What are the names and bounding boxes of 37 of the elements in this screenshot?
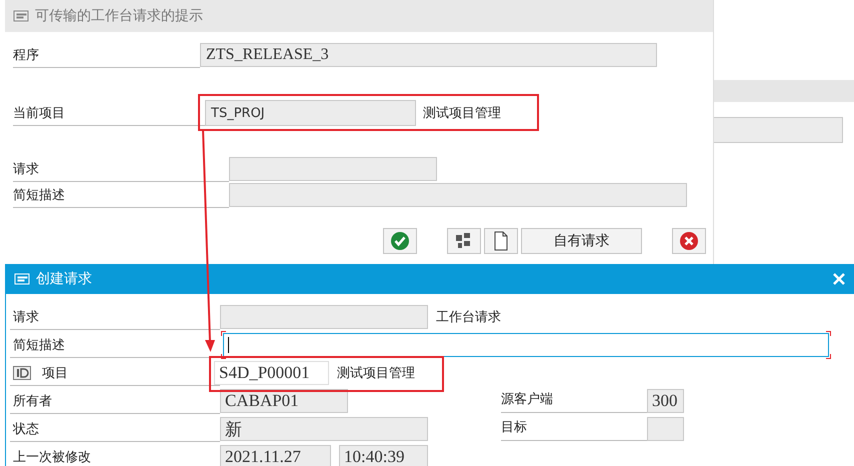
input-field[interactable] — [647, 417, 684, 441]
input-field[interactable]: CABAP01 — [220, 389, 348, 413]
input-field[interactable] — [223, 333, 829, 357]
cancel-button[interactable] — [672, 228, 706, 254]
input-field[interactable]: 10:40:39 — [339, 445, 428, 466]
confirm-button[interactable] — [383, 228, 417, 254]
window-icon — [13, 10, 29, 22]
field-label: 项目 — [41, 364, 68, 382]
cancel-icon — [679, 231, 699, 251]
input-field[interactable] — [229, 157, 437, 181]
input-field[interactable]: 2021.11.27 — [220, 445, 331, 466]
field-label: 请求 — [13, 156, 229, 182]
window-title: 创建请求 — [36, 270, 92, 288]
input-field[interactable]: TS_PROJ — [205, 100, 416, 126]
input-field[interactable]: S4D_P00001 — [214, 361, 329, 385]
input-field[interactable]: ZTS_RELEASE_3 — [200, 43, 657, 67]
new-document-button[interactable] — [484, 228, 518, 254]
field-label: 简短描述 — [12, 336, 65, 354]
field-label: 状态 — [12, 420, 39, 438]
field-description: 工作台请求 — [436, 309, 501, 326]
field-label: 简短描述 — [13, 182, 229, 208]
field-label: 上一次被修改 — [12, 448, 91, 466]
input-field[interactable] — [229, 183, 687, 207]
close-icon[interactable] — [833, 273, 845, 285]
field-label: 所有者 — [12, 392, 52, 410]
field-description: 测试项目管理 — [423, 105, 501, 122]
window-title: 可传输的工作台请求的提示 — [35, 7, 203, 25]
field-description: 测试项目管理 — [337, 365, 415, 382]
hierarchy-button[interactable] — [447, 228, 481, 254]
input-field[interactable] — [220, 305, 428, 329]
document-icon — [493, 231, 509, 251]
field-label: 请求 — [12, 308, 39, 326]
checkmark-icon — [390, 231, 410, 251]
own-requests-button[interactable]: 自有请求 — [521, 228, 642, 254]
input-field[interactable]: 新 — [220, 417, 428, 441]
input-field[interactable]: 300 — [647, 389, 684, 413]
window-icon — [14, 273, 30, 285]
